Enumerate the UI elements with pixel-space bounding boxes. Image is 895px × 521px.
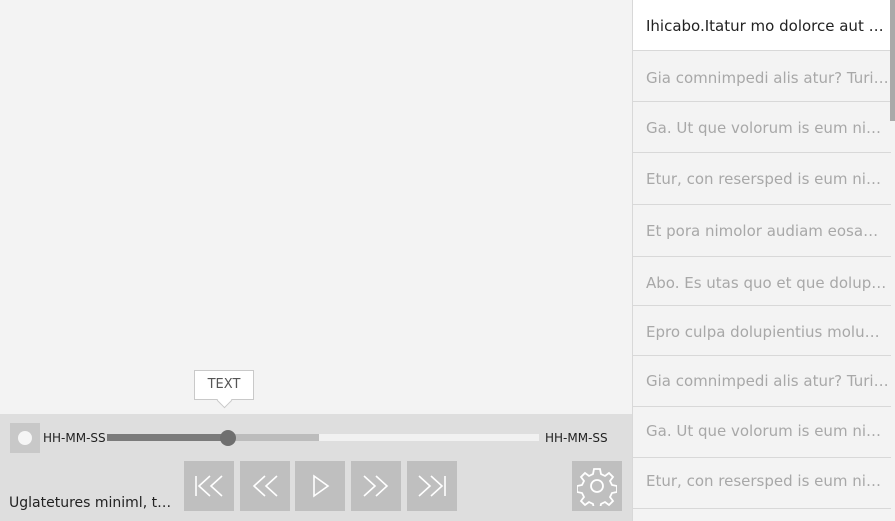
video-viewport[interactable] <box>0 0 632 414</box>
playlist-item-label: Ga. Ut que volorum is eum niatus <box>646 422 890 440</box>
record-icon <box>18 431 32 445</box>
record-button[interactable] <box>10 423 40 453</box>
seek-bar[interactable] <box>107 430 539 446</box>
played-bar <box>107 434 228 441</box>
playlist-item[interactable]: Etur, con resersped is eum niatus <box>633 458 891 509</box>
rewind-button[interactable] <box>240 461 290 511</box>
total-time: HH-MM-SS <box>545 431 608 445</box>
playlist-item-label: Abo. Es utas quo et que dolupitis <box>646 274 890 292</box>
playlist-item[interactable]: Abo. Es utas quo et que dolupitis <box>633 257 891 306</box>
playlist-item-label: Ga. Ut que volorum is eum niatus <box>646 119 890 137</box>
skip-to-end-button[interactable] <box>407 461 457 511</box>
skip-to-start-button[interactable] <box>184 461 234 511</box>
current-time: HH-MM-SS <box>43 431 106 445</box>
playlist-item-label: Etur, con resersped is eum niatus <box>646 170 890 188</box>
playlist-item-label: Etur, con resersped is eum niatus <box>646 472 890 490</box>
settings-button[interactable] <box>572 461 622 511</box>
playlist-item[interactable]: Ga. Ut que volorum is eum niatus <box>633 407 891 458</box>
control-bar: HH-MM-SS HH-MM-SS Uglatetures miniml, te… <box>0 414 632 521</box>
fast-forward-icon <box>363 475 389 497</box>
playlist-item-label: Gia comnimpedi alis atur? Turibus <box>646 69 890 87</box>
playlist-item[interactable]: Gia comnimpedi alis atur? Turibus <box>633 356 891 407</box>
scrubber-tooltip: TEXT <box>194 370 254 400</box>
playlist-panel: Ihicabo.Itatur mo dolorce aut quam Gia c… <box>632 0 895 521</box>
playlist-scrollbar[interactable] <box>890 0 895 121</box>
seek-handle[interactable] <box>219 430 236 446</box>
playlist-item[interactable]: Epro culpa dolupientius molumque <box>633 306 891 356</box>
playlist-item[interactable]: Et pora nimolor audiam eosam que <box>633 205 891 257</box>
playlist-item-label: Ihicabo.Itatur mo dolorce aut quam <box>646 17 890 35</box>
play-icon <box>313 474 330 498</box>
play-button[interactable] <box>295 461 345 511</box>
playlist-item-label: Gia comnimpedi alis atur? Turibus <box>646 372 890 390</box>
playlist-item-label: Epro culpa dolupientius molumque <box>646 323 890 341</box>
playlist-item[interactable]: Gia comnimpedi alis atur? Turibus <box>633 51 891 102</box>
playlist-item[interactable]: Etur, con resersped is eum niatus <box>633 153 891 205</box>
media-caption: Uglatetures miniml, tempo <box>9 495 177 511</box>
skip-end-icon <box>418 475 446 497</box>
gear-icon <box>577 468 617 506</box>
fast-forward-button[interactable] <box>351 461 401 511</box>
playlist-item[interactable]: Ihicabo.Itatur mo dolorce aut quam <box>633 0 891 51</box>
skip-start-icon <box>195 475 223 497</box>
playlist-item[interactable]: Ga. Ut que volorum is eum niatus <box>633 102 891 153</box>
rewind-icon <box>252 475 278 497</box>
playlist-item-label: Et pora nimolor audiam eosam que <box>646 222 890 240</box>
